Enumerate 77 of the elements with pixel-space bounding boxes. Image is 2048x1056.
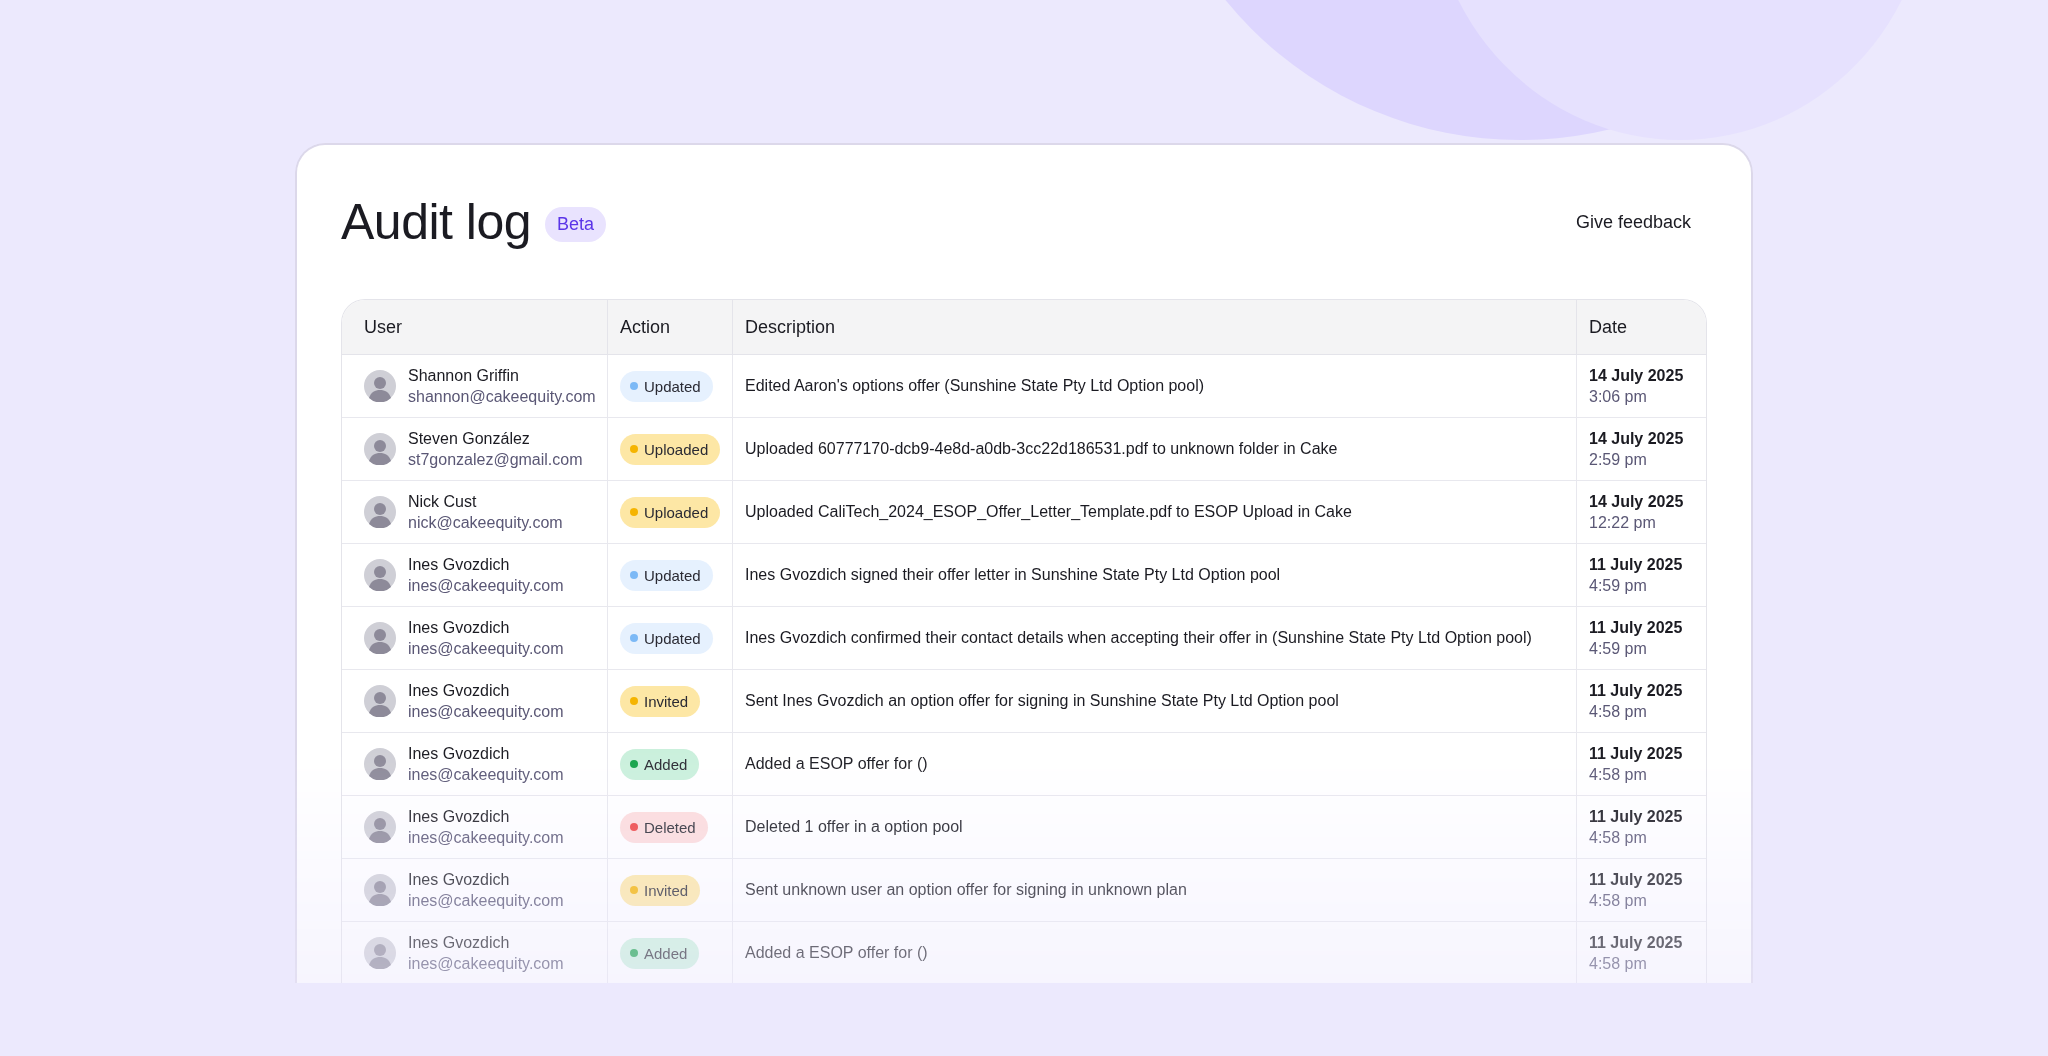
action-badge: Deleted [620, 811, 708, 843]
user-email: st7gonzalez@gmail.com [408, 450, 583, 469]
avatar-icon [364, 874, 396, 906]
avatar-icon [364, 622, 396, 654]
column-header: Description [732, 300, 1576, 355]
user-name: Ines Gvozdich [408, 555, 511, 574]
time-text: 3:06 pm [1589, 387, 1648, 406]
column-header: Action [607, 300, 732, 355]
time-text: 4:59 pm [1589, 639, 1648, 658]
description-text: Sent unknown user an option offer for signing in unknown plan [745, 881, 1187, 899]
time-text: 4:59 pm [1589, 576, 1648, 595]
beta-badge: Beta [545, 206, 607, 242]
page-title: Audit log [341, 193, 532, 251]
description-text: Sent Ines Gvozdich an option offer for signing in Sunshine State Pty Ltd Option pool [745, 692, 1339, 710]
description-text: Added a ESOP offer for () [745, 944, 928, 962]
user-name: Shannon Griffin [408, 366, 520, 385]
user-email: ines@cakeequity.com [408, 954, 564, 973]
action-badge: Updated [620, 559, 713, 591]
user-name: Ines Gvozdich [408, 681, 511, 700]
user-name: Ines Gvozdich [408, 618, 511, 637]
date-text: 11 July 2025 [1589, 618, 1683, 637]
user-name: Ines Gvozdich [408, 933, 511, 952]
time-text: 4:58 pm [1589, 891, 1648, 910]
action-badge: Invited [620, 685, 701, 717]
user-name: Ines Gvozdich [408, 807, 511, 826]
action-badge: Updated [620, 370, 713, 402]
avatar-icon [364, 559, 396, 591]
action-badge: Added [620, 748, 700, 780]
date-text: 11 July 2025 [1589, 807, 1683, 826]
date-text: 14 July 2025 [1589, 429, 1684, 448]
date-text: 14 July 2025 [1589, 492, 1684, 511]
avatar-icon [364, 433, 396, 465]
date-text: 11 July 2025 [1589, 933, 1683, 952]
date-text: 11 July 2025 [1589, 681, 1683, 700]
user-name: Ines Gvozdich [408, 870, 511, 889]
user-name: Ines Gvozdich [408, 744, 511, 763]
description-text: Uploaded CaliTech_2024_ESOP_Offer_Letter_Template.pdf to ESOP Upload in Cake [745, 503, 1352, 521]
avatar-icon [364, 370, 396, 402]
action-badge: Invited [620, 874, 701, 906]
user-email: ines@cakeequity.com [408, 639, 564, 658]
action-badge: Uploaded [620, 433, 721, 465]
avatar-icon [364, 937, 396, 969]
avatar-icon [364, 748, 396, 780]
user-email: nick@cakeequity.com [408, 513, 563, 532]
time-text: 4:58 pm [1589, 954, 1648, 973]
time-text: 4:58 pm [1589, 765, 1648, 784]
user-email: ines@cakeequity.com [408, 702, 564, 721]
avatar-icon [364, 496, 396, 528]
time-text: 4:58 pm [1589, 702, 1648, 721]
description-text: Edited Aaron's options offer (Sunshine State Pty Ltd Option pool) [745, 377, 1205, 395]
description-text: Deleted 1 offer in a option pool [745, 818, 963, 836]
user-email: ines@cakeequity.com [408, 765, 564, 784]
action-badge: Uploaded [620, 496, 721, 528]
date-text: 14 July 2025 [1589, 366, 1684, 385]
date-text: 11 July 2025 [1589, 744, 1683, 763]
description-text: Ines Gvozdich confirmed their contact details when accepting their offer in (Sunshine State Pty Ltd Option pool) [745, 629, 1532, 647]
description-text: Added a ESOP offer for () [745, 755, 928, 773]
user-email: ines@cakeequity.com [408, 828, 564, 847]
description-text: Uploaded 60777170-dcb9-4e8d-a0db-3cc22d186531.pdf to unknown folder in Cake [745, 440, 1338, 458]
user-email: shannon@cakeequity.com [408, 387, 596, 406]
avatar-icon [364, 811, 396, 843]
feedback-link[interactable]: Give feedback [1575, 211, 1691, 233]
avatar-icon [364, 685, 396, 717]
column-header: User [342, 300, 607, 355]
action-badge: Updated [620, 622, 713, 654]
description-text: Ines Gvozdich signed their offer letter in Sunshine State Pty Ltd Option pool [745, 566, 1281, 584]
action-badge: Added [620, 937, 700, 969]
user-name: Steven González [408, 429, 531, 448]
column-header: Date [1576, 300, 1706, 355]
time-text: 12:22 pm [1589, 513, 1657, 532]
date-text: 11 July 2025 [1589, 870, 1683, 889]
date-text: 11 July 2025 [1589, 555, 1683, 574]
time-text: 4:58 pm [1589, 828, 1648, 847]
user-email: ines@cakeequity.com [408, 891, 564, 910]
user-email: ines@cakeequity.com [408, 576, 564, 595]
time-text: 2:59 pm [1589, 450, 1648, 469]
user-name: Nick Cust [408, 492, 478, 511]
